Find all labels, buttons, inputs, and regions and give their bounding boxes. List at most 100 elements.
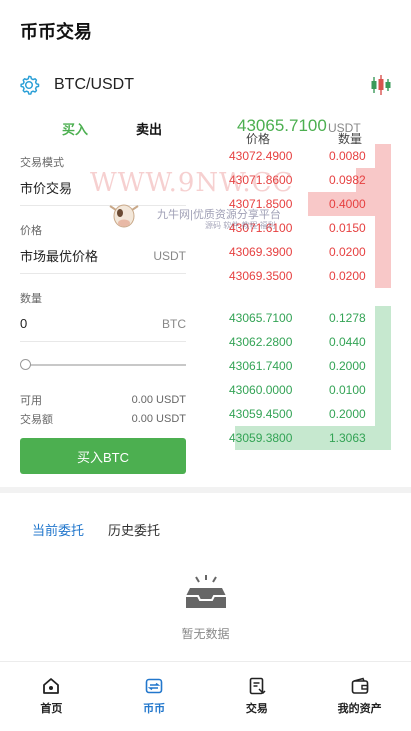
section-divider: [0, 487, 411, 493]
ask-quantity: 0.4000: [329, 197, 366, 211]
nav-item-trade[interactable]: 交易: [206, 662, 309, 731]
order-form: 交易模式 市价交易 价格 市场最优价格 USDT 数量 0 BTC 可用 0.0…: [0, 144, 206, 474]
bid-depth-bar: [375, 306, 391, 330]
amount-slider[interactable]: [20, 352, 186, 378]
document-icon: [249, 677, 266, 695]
wallet-swap-icon: [145, 678, 163, 694]
buy-btc-button[interactable]: 买入BTC: [20, 438, 186, 474]
ask-row[interactable]: 43071.8500 0.4000: [218, 192, 411, 216]
ask-row[interactable]: 43072.4900 0.0080: [218, 144, 411, 168]
nav-label-assets: 我的资产: [337, 703, 382, 715]
ask-row[interactable]: 43071.6100 0.0150: [218, 216, 411, 240]
gear-icon[interactable]: [18, 74, 40, 96]
bid-quantity: 0.2000: [329, 359, 366, 373]
ask-depth-bar: [375, 264, 391, 288]
mode-value: 市价交易: [20, 181, 73, 196]
order-tabs: 当前委托 历史委托: [32, 520, 160, 539]
bid-quantity: 0.2000: [329, 407, 366, 421]
order-book-separator: [218, 288, 411, 306]
ask-row[interactable]: 43069.3900 0.0200: [218, 240, 411, 264]
trade-area: 买入 卖出 43065.7100 USDT 交易模式 市价交易 价格 市场最优价…: [0, 110, 411, 474]
tab-buy[interactable]: 买入: [62, 119, 88, 138]
home-icon: [43, 678, 60, 694]
bid-price: 43060.0000: [229, 383, 293, 397]
ask-price: 43071.8600: [229, 173, 293, 187]
ask-price: 43071.6100: [229, 221, 293, 235]
ask-depth-bar: [375, 240, 391, 264]
tab-sell[interactable]: 卖出: [136, 119, 162, 138]
ask-depth-bar: [375, 216, 391, 240]
order-book-header: 价格 数量: [218, 110, 411, 146]
bid-row[interactable]: 43061.7400 0.2000: [218, 354, 411, 378]
bid-row[interactable]: 43059.4500 0.2000: [218, 402, 411, 426]
price-unit: USDT: [153, 248, 186, 263]
available-row: 可用 0.00 USDT: [20, 390, 186, 409]
bid-quantity: 0.0100: [329, 383, 366, 397]
price-field[interactable]: 市场最优价格 USDT: [20, 238, 186, 274]
ask-row[interactable]: 43069.3500 0.0200: [218, 264, 411, 288]
quantity-value: 0: [20, 316, 28, 331]
available-value: 0.00 USDT: [131, 393, 186, 406]
bid-quantity: 0.0440: [329, 335, 366, 349]
bid-price: 43061.7400: [229, 359, 293, 373]
order-book: 价格 数量 43072.4900 0.0080 43071.8600 0.0982 43…: [218, 132, 411, 450]
ask-price: 43071.8500: [229, 197, 293, 211]
bid-price: 43065.7100: [229, 311, 293, 325]
bid-price: 43062.2800: [229, 335, 293, 349]
slider-knob[interactable]: [20, 359, 31, 370]
amount-label: 交易额: [20, 413, 53, 426]
pair-bar: BTC/USDT: [0, 60, 411, 110]
bid-list: 43065.7100 0.1278 43062.2800 0.0440 43061.74…: [218, 306, 411, 450]
tab-current-orders[interactable]: 当前委托: [32, 520, 84, 539]
trading-pair-name[interactable]: BTC/USDT: [54, 76, 134, 94]
page-header: 币币交易: [0, 0, 411, 60]
bid-depth-bar: [375, 402, 391, 426]
available-label: 可用: [20, 394, 42, 407]
bid-price: 43059.3800: [229, 431, 293, 445]
ask-depth-bar: [375, 144, 391, 168]
ask-quantity: 0.0982: [329, 173, 366, 187]
nav-item-assets[interactable]: 我的资产: [308, 662, 411, 731]
amount-value: 0.00 USDT: [131, 412, 186, 425]
quantity-unit: BTC: [162, 316, 186, 331]
candlestick-chart-icon[interactable]: [369, 73, 393, 97]
amount-row: 交易额 0.00 USDT: [20, 409, 186, 428]
bid-depth-bar: [375, 378, 391, 402]
empty-state: 暂无数据: [0, 574, 411, 642]
ask-row[interactable]: 43071.8600 0.0982: [218, 168, 411, 192]
bottom-nav: 首页 币币 交易 我的资产: [0, 661, 411, 731]
nav-label-home: 首页: [40, 703, 63, 715]
bid-row[interactable]: 43065.7100 0.1278: [218, 306, 411, 330]
ask-price: 43069.3900: [229, 245, 293, 259]
bid-row[interactable]: 43060.0000 0.0100: [218, 378, 411, 402]
ask-quantity: 0.0200: [329, 269, 366, 283]
ask-list: 43072.4900 0.0080 43071.8600 0.0982 43071.85…: [218, 144, 411, 288]
nav-label-coin: 币币: [143, 703, 166, 715]
quantity-input[interactable]: 0 BTC: [20, 306, 186, 342]
price-label: 价格: [20, 225, 42, 237]
bid-row[interactable]: 43062.2800 0.0440: [218, 330, 411, 354]
ask-price: 43069.3500: [229, 269, 293, 283]
tab-order-history[interactable]: 历史委托: [108, 520, 160, 539]
nav-label-trade: 交易: [245, 703, 268, 715]
ask-price: 43072.4900: [229, 149, 293, 163]
empty-text: 暂无数据: [181, 627, 230, 641]
bid-price: 43059.4500: [229, 407, 293, 421]
bid-row[interactable]: 43059.3800 1.3063: [218, 426, 411, 450]
wallet-icon: [351, 677, 368, 694]
mode-select[interactable]: 市价交易: [20, 170, 186, 206]
page-title: 币币交易: [20, 22, 92, 42]
quantity-label: 数量: [20, 293, 42, 305]
slider-track: [24, 364, 186, 366]
ask-quantity: 0.0150: [329, 221, 366, 235]
empty-tray-icon: [185, 575, 226, 608]
bid-quantity: 1.3063: [329, 431, 366, 445]
nav-item-home[interactable]: 首页: [0, 662, 103, 731]
mode-label: 交易模式: [20, 157, 64, 169]
bid-depth-bar: [375, 354, 391, 378]
bid-depth-bar: [375, 330, 391, 354]
ask-quantity: 0.0200: [329, 245, 366, 259]
bid-quantity: 0.1278: [329, 311, 366, 325]
nav-item-coin[interactable]: 币币: [103, 662, 206, 731]
ask-quantity: 0.0080: [329, 149, 366, 163]
